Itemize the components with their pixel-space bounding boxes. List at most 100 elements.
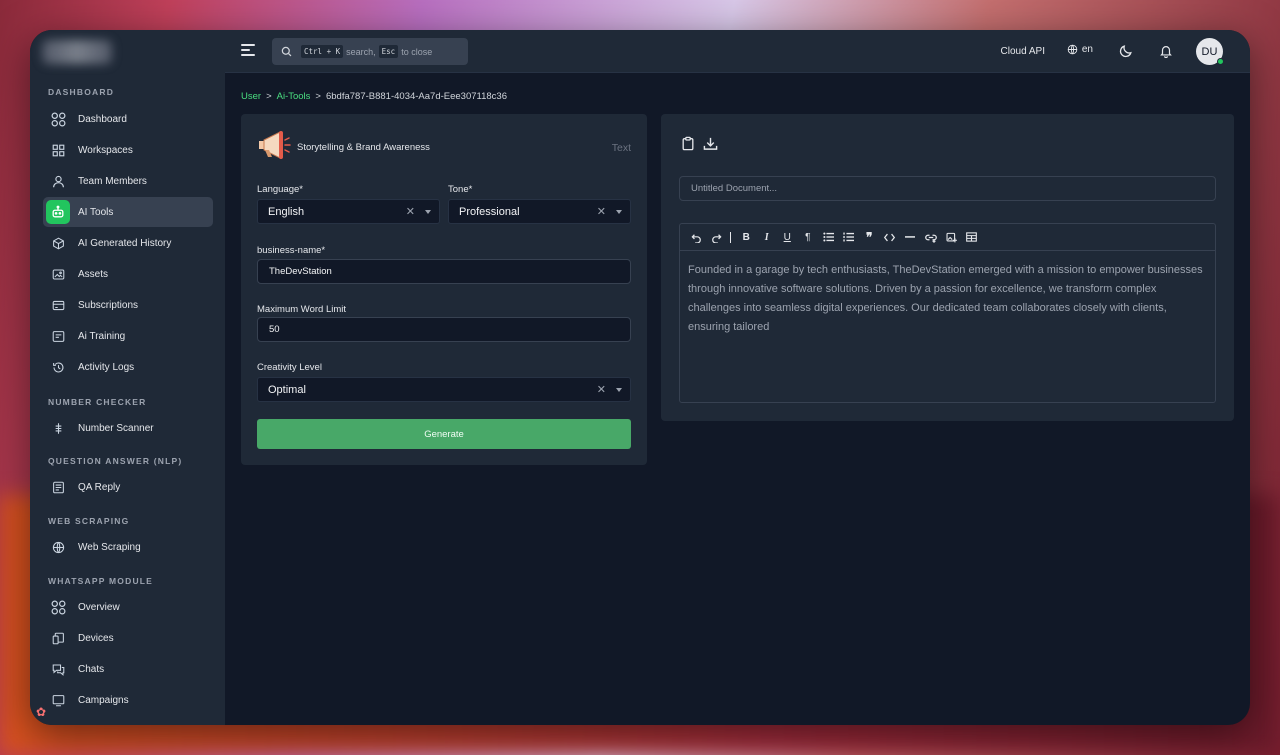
chevron-down-icon[interactable]: [425, 210, 431, 214]
tool-type-label: Text: [611, 142, 631, 154]
bell-icon[interactable]: [1159, 44, 1173, 63]
code-icon[interactable]: [880, 228, 901, 246]
sidebar-item-ai-generated-history[interactable]: AI Generated History: [43, 228, 213, 258]
language-select[interactable]: English ✕: [257, 199, 440, 224]
sidebar-item-devices[interactable]: Devices: [43, 623, 213, 653]
bug-icon: ✿: [36, 705, 47, 719]
tone-value: Professional: [459, 205, 520, 218]
sidebar-item-ai-tools[interactable]: AI Tools: [43, 197, 213, 227]
document-icon: [49, 478, 67, 496]
generate-button[interactable]: Generate: [257, 419, 631, 449]
top-bar: Ctrl + K search, Esc to close Cloud API …: [225, 30, 1250, 73]
image-insert-icon[interactable]: [941, 228, 962, 246]
moon-icon[interactable]: [1119, 44, 1133, 63]
clear-icon[interactable]: ✕: [597, 205, 606, 218]
language-label: Language*: [257, 184, 303, 195]
breadcrumb-separator: >: [315, 91, 321, 102]
chevron-down-icon[interactable]: [616, 210, 622, 214]
sidebar-item-activity-logs[interactable]: Activity Logs: [43, 352, 213, 382]
sidebar-item-label: Overview: [78, 601, 120, 613]
document-title-field[interactable]: Untitled Document...: [679, 176, 1216, 201]
bullet-list-icon[interactable]: [818, 228, 839, 246]
clear-icon[interactable]: ✕: [406, 205, 415, 218]
escape-key: Esc: [378, 45, 399, 58]
user-icon: [49, 172, 67, 190]
app-window: DASHBOARD Dashboard Workspaces Team Memb…: [30, 30, 1250, 725]
image-icon: [49, 265, 67, 283]
language-value: English: [268, 205, 305, 218]
editor-toolbar: B I U ¶ ❞: [680, 224, 1215, 251]
tone-label: Tone*: [448, 184, 473, 195]
search-input[interactable]: Ctrl + K search, Esc to close: [272, 38, 468, 65]
online-status-dot: [1217, 58, 1224, 65]
numbered-list-icon[interactable]: [839, 228, 860, 246]
sidebar-item-label: Web Scraping: [78, 541, 141, 553]
search-hint: search,: [346, 46, 376, 57]
language-code: en: [1081, 44, 1093, 55]
clipboard-icon[interactable]: [681, 136, 695, 156]
table-icon[interactable]: [962, 228, 983, 246]
sidebar-item-label: Number Scanner: [78, 422, 154, 434]
creativity-select[interactable]: Optimal ✕: [257, 377, 631, 402]
breadcrumb-ai-tools[interactable]: Ai-Tools: [277, 91, 311, 102]
sidebar-item-workspaces[interactable]: Workspaces: [43, 135, 213, 165]
section-number-checker: NUMBER CHECKER: [48, 397, 147, 407]
history-icon: [49, 358, 67, 376]
bold-icon[interactable]: B: [736, 228, 757, 246]
sidebar-item-overview[interactable]: Overview: [43, 592, 213, 622]
cloud-api-link[interactable]: Cloud API: [1001, 46, 1045, 57]
grid-circles-icon: [49, 110, 67, 128]
sidebar: DASHBOARD Dashboard Workspaces Team Memb…: [30, 30, 225, 725]
sidebar-item-label: Activity Logs: [78, 361, 135, 373]
creativity-label: Creativity Level: [257, 362, 322, 373]
sidebar-item-label: Assets: [78, 268, 109, 280]
language-switcher[interactable]: en: [1067, 44, 1093, 55]
redo-icon[interactable]: [707, 228, 728, 246]
sidebar-item-subscriptions[interactable]: Subscriptions: [43, 290, 213, 320]
sidebar-item-chats[interactable]: Chats: [43, 654, 213, 684]
sidebar-item-label: Campaigns: [78, 694, 129, 706]
sidebar-item-team-members[interactable]: Team Members: [43, 166, 213, 196]
avatar[interactable]: DU: [1196, 38, 1224, 65]
sidebar-item-label: Chats: [78, 663, 105, 675]
avatar-initials: DU: [1201, 45, 1218, 58]
app-logo: [42, 40, 112, 64]
max-words-label: Maximum Word Limit: [257, 304, 347, 315]
sidebar-item-campaigns[interactable]: Campaigns: [43, 685, 213, 715]
card-icon: [49, 296, 67, 314]
cube-icon: [49, 234, 67, 252]
toolbar-divider: [730, 231, 731, 243]
blockquote-icon[interactable]: ❞: [859, 228, 880, 246]
sidebar-item-number-scanner[interactable]: Number Scanner: [43, 413, 213, 443]
editor-content[interactable]: Founded in a garage by tech enthusiasts,…: [680, 251, 1215, 347]
business-name-field[interactable]: TheDevStation: [257, 259, 631, 284]
clear-icon[interactable]: ✕: [597, 383, 606, 396]
horizontal-rule-icon[interactable]: [900, 228, 921, 246]
undo-icon[interactable]: [686, 228, 707, 246]
search-hint-suffix: to close: [401, 46, 433, 57]
underline-icon[interactable]: U: [777, 228, 798, 246]
sidebar-item-dashboard[interactable]: Dashboard: [43, 104, 213, 134]
paragraph-icon[interactable]: ¶: [798, 228, 819, 246]
sidebar-item-ai-training[interactable]: Ai Training: [43, 321, 213, 351]
breadcrumb-user[interactable]: User: [241, 91, 261, 102]
italic-icon[interactable]: I: [757, 228, 778, 246]
menu-toggle-icon[interactable]: [241, 44, 255, 59]
sidebar-item-qa-reply[interactable]: QA Reply: [43, 472, 213, 502]
breadcrumb-separator: >: [266, 91, 272, 102]
sidebar-item-label: Ai Training: [78, 330, 126, 342]
shortcut-key: Ctrl + K: [301, 45, 344, 58]
tone-select[interactable]: Professional ✕: [448, 199, 631, 224]
sidebar-item-web-scraping[interactable]: Web Scraping: [43, 532, 213, 562]
rich-text-editor[interactable]: B I U ¶ ❞ Founded in a garage by tech en…: [679, 223, 1216, 403]
max-words-field[interactable]: 50: [257, 317, 631, 342]
max-words-value: 50: [269, 324, 280, 335]
sidebar-item-assets[interactable]: Assets: [43, 259, 213, 289]
chevron-down-icon[interactable]: [616, 388, 622, 392]
scanner-icon: [49, 419, 67, 437]
download-icon[interactable]: [703, 136, 718, 156]
training-icon: [49, 327, 67, 345]
megaphone-icon: [256, 130, 292, 165]
document-title-placeholder: Untitled Document...: [691, 183, 778, 194]
link-icon[interactable]: [921, 228, 942, 246]
